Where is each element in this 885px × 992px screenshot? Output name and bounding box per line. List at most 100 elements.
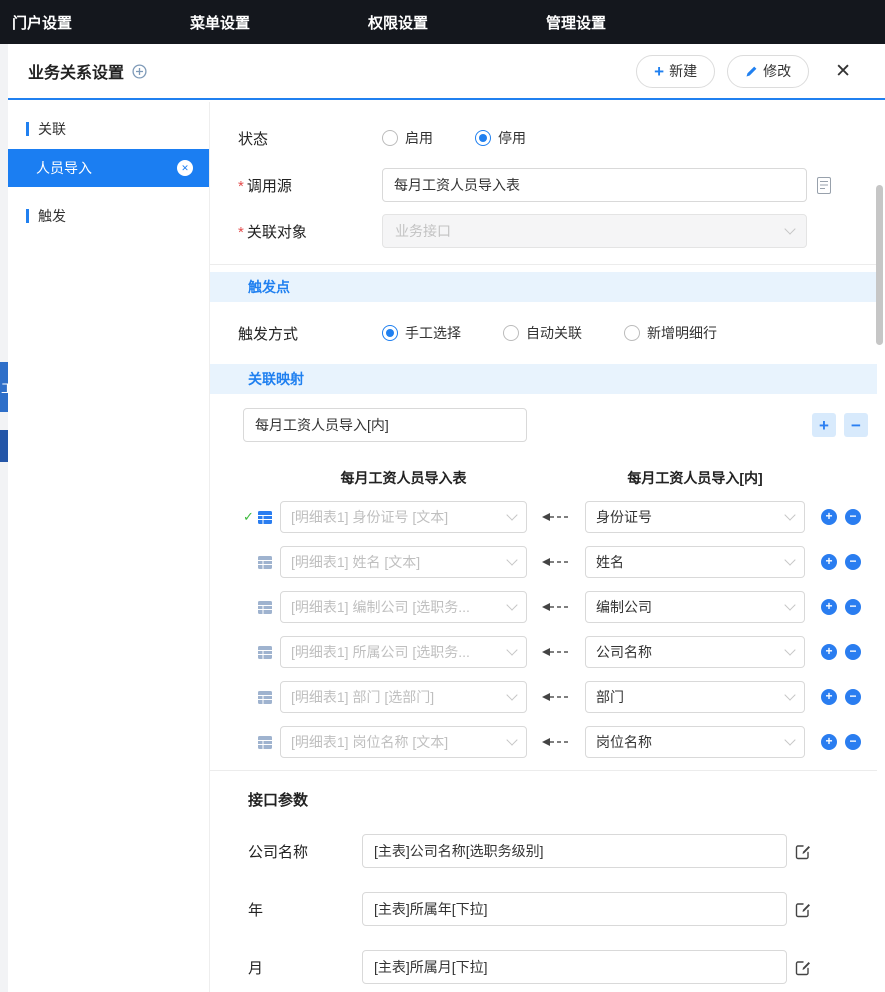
add-row-button[interactable]: + — [821, 599, 837, 615]
mapping-section-header: 关联映射 — [210, 364, 877, 394]
top-nav-bar: 门户设置 菜单设置 权限设置 管理设置 — [0, 0, 885, 44]
arrow-left-icon — [527, 557, 585, 567]
tab-menu-settings[interactable]: 菜单设置 — [178, 12, 356, 33]
modify-button-label: 修改 — [763, 61, 791, 81]
chevron-down-icon — [506, 734, 517, 745]
sidebar-item-personnel-import[interactable]: 人员导入 ✕ — [8, 149, 209, 187]
radio-circle-icon — [624, 325, 640, 341]
add-row-button[interactable]: + — [821, 509, 837, 525]
scrollbar-thumb[interactable] — [876, 185, 883, 345]
pencil-icon — [745, 65, 758, 78]
radio-label: 启用 — [405, 128, 433, 148]
radio-manual-select[interactable]: 手工选择 — [382, 323, 461, 343]
table-grid-icon — [258, 601, 272, 614]
panel-body: 关联 人员导入 ✕ 触发 状态 启用 — [8, 102, 885, 992]
plus-icon: + — [654, 63, 664, 80]
remove-row-button[interactable]: − — [845, 734, 861, 750]
add-mapping-button[interactable]: + — [812, 413, 836, 437]
radio-label: 手工选择 — [405, 323, 461, 343]
business-relation-panel: 业务关系设置 + 新建 修改 ✕ — [8, 44, 885, 992]
target-field-select[interactable]: 身份证号 — [585, 501, 805, 533]
source-field-select[interactable]: [明细表1] 身份证号 [文本] — [280, 501, 527, 533]
arrow-left-icon — [527, 647, 585, 657]
param-year-input[interactable] — [362, 892, 787, 926]
sidebar-item-label: 人员导入 — [36, 158, 92, 178]
related-object-select[interactable]: 业务接口 — [382, 214, 807, 248]
edit-icon[interactable] — [795, 843, 812, 860]
chevron-down-icon — [506, 644, 517, 655]
close-icon[interactable]: ✕ — [835, 60, 851, 83]
mapping-name-input[interactable] — [243, 408, 527, 442]
source-field-select[interactable]: [明细表1] 岗位名称 [文本] — [280, 726, 527, 758]
edit-icon[interactable] — [795, 901, 812, 918]
add-row-button[interactable]: + — [821, 734, 837, 750]
add-row-button[interactable]: + — [821, 689, 837, 705]
table-grid-icon — [258, 511, 272, 524]
add-row-button[interactable]: + — [821, 644, 837, 660]
target-field-select[interactable]: 姓名 — [585, 546, 805, 578]
radio-new-detail-row[interactable]: 新增明细行 — [624, 323, 717, 343]
remove-row-button[interactable]: − — [845, 599, 861, 615]
chevron-down-icon — [784, 509, 795, 520]
remove-row-button[interactable]: − — [845, 644, 861, 660]
chevron-down-icon — [784, 554, 795, 565]
remove-circle-icon[interactable]: ✕ — [177, 160, 193, 176]
target-field-select[interactable]: 公司名称 — [585, 636, 805, 668]
source-field-select[interactable]: [明细表1] 部门 [选部门] — [280, 681, 527, 713]
call-source-input[interactable] — [382, 168, 807, 202]
new-button[interactable]: + 新建 — [636, 55, 715, 88]
sidebar: 关联 人员导入 ✕ 触发 — [8, 102, 210, 992]
radio-disable[interactable]: 停用 — [475, 128, 526, 148]
status-label: 状态 — [210, 128, 382, 149]
mapping-row: [明细表1] 所属公司 [选职务... 公司名称 + − — [210, 636, 885, 668]
radio-circle-icon — [382, 130, 398, 146]
tab-management-settings[interactable]: 管理设置 — [534, 12, 712, 33]
screen: 门户设置 菜单设置 权限设置 管理设置 工 业务关系设置 + 新建 修 — [0, 0, 885, 992]
target-column-header: 每月工资人员导入[内] — [585, 468, 805, 488]
tab-portal-settings[interactable]: 门户设置 — [0, 12, 178, 33]
source-field-select[interactable]: [明细表1] 所属公司 [选职务... — [280, 636, 527, 668]
edit-icon[interactable] — [795, 959, 812, 976]
arrow-left-icon — [527, 692, 585, 702]
mapping-row: [明细表1] 部门 [选部门] 部门 + − — [210, 681, 885, 713]
mapping-row: ✓ [明细表1] 身份证号 [文本] 身份证号 + − — [210, 501, 885, 533]
radio-auto-relate[interactable]: 自动关联 — [503, 323, 582, 343]
check-icon: ✓ — [243, 509, 258, 525]
remove-row-button[interactable]: − — [845, 554, 861, 570]
target-field-select[interactable]: 部门 — [585, 681, 805, 713]
modify-button[interactable]: 修改 — [727, 55, 809, 88]
mapping-column-headers: 每月工资人员导入表 每月工资人员导入[内] — [210, 468, 885, 488]
table-grid-icon — [258, 646, 272, 659]
chevron-down-icon — [784, 689, 795, 700]
document-icon[interactable] — [817, 177, 831, 194]
target-field-select[interactable]: 岗位名称 — [585, 726, 805, 758]
chevron-down-icon — [784, 599, 795, 610]
table-grid-icon — [258, 736, 272, 749]
required-asterisk: * — [238, 178, 244, 195]
header-actions: + 新建 修改 ✕ — [624, 55, 865, 88]
sidebar-item-relation[interactable]: 关联 — [8, 114, 209, 144]
new-button-label: 新建 — [669, 61, 697, 81]
link-circle-icon[interactable] — [132, 64, 147, 79]
chevron-down-icon — [784, 734, 795, 745]
radio-enable[interactable]: 启用 — [382, 128, 433, 148]
param-month-input[interactable] — [362, 950, 787, 984]
radio-circle-icon — [503, 325, 519, 341]
remove-row-button[interactable]: − — [845, 509, 861, 525]
arrow-left-icon — [527, 737, 585, 747]
param-row: 年 — [210, 892, 885, 926]
add-row-button[interactable]: + — [821, 554, 837, 570]
chevron-down-icon — [784, 223, 795, 234]
panel-header: 业务关系设置 + 新建 修改 ✕ — [8, 44, 885, 100]
target-field-select[interactable]: 编制公司 — [585, 591, 805, 623]
source-field-select[interactable]: [明细表1] 编制公司 [选职务... — [280, 591, 527, 623]
chevron-down-icon — [784, 644, 795, 655]
param-company-input[interactable] — [362, 834, 787, 868]
form-content: 状态 启用 停用 *调用源 — [210, 102, 885, 992]
remove-row-button[interactable]: − — [845, 689, 861, 705]
sidebar-item-trigger[interactable]: 触发 — [8, 201, 209, 231]
source-field-select[interactable]: [明细表1] 姓名 [文本] — [280, 546, 527, 578]
table-grid-icon — [258, 691, 272, 704]
remove-mapping-button[interactable]: − — [844, 413, 868, 437]
tab-permission-settings[interactable]: 权限设置 — [356, 12, 534, 33]
